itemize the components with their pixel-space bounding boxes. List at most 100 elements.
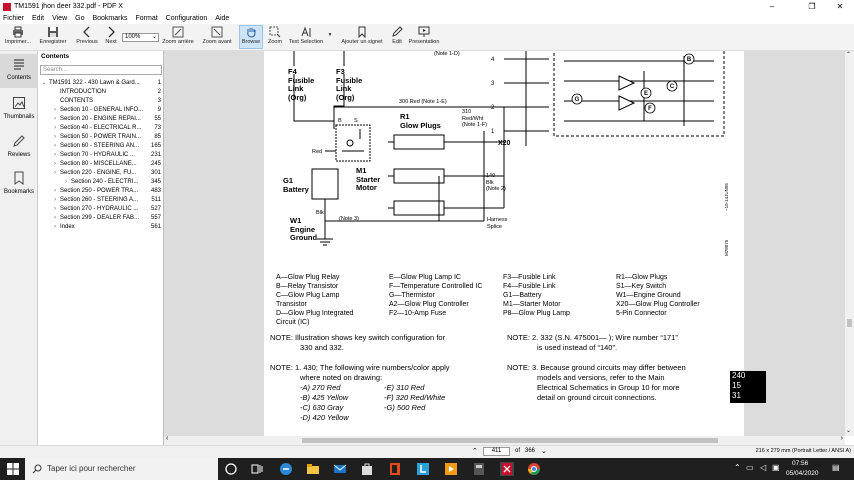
bookmark-page: 557: [150, 215, 161, 221]
bookmark-item[interactable]: › Section 40 - ELECTRICAL R... 73: [38, 124, 164, 133]
media-player-icon[interactable]: [444, 462, 458, 476]
bookmark-item[interactable]: › Section 70 - HYDRAULIC ... 231: [38, 151, 164, 160]
scroll-up-icon[interactable]: ⌃: [846, 51, 851, 58]
chevron-right-icon[interactable]: ›: [51, 106, 59, 115]
rail-reviews[interactable]: Reviews: [0, 131, 38, 165]
bookmark-page: 483: [150, 188, 161, 194]
calculator-icon[interactable]: [472, 462, 486, 476]
chevron-right-icon[interactable]: ›: [62, 178, 70, 187]
bookmark-item[interactable]: › Index 561: [38, 223, 164, 232]
task-view-icon[interactable]: [250, 462, 264, 476]
bookmark-item[interactable]: › Section 240 - ELECTRI... 345: [38, 178, 164, 187]
chevron-right-icon[interactable]: ›: [51, 187, 59, 196]
text-selection-dropdown[interactable]: ▾: [327, 32, 333, 38]
volume-icon[interactable]: ◁: [760, 463, 766, 472]
vertical-scroll-thumb[interactable]: [847, 319, 852, 327]
network-icon[interactable]: ▭: [746, 463, 754, 472]
text-selection-button[interactable]: Text Selection: [287, 26, 325, 45]
edge-icon[interactable]: [279, 462, 293, 476]
edit-button[interactable]: Edit: [389, 26, 405, 45]
bookmark-item[interactable]: › Section 10 - GENERAL INFO... 9: [38, 106, 164, 115]
save-button[interactable]: Enregistrer: [38, 26, 68, 45]
next-button[interactable]: Next: [102, 26, 120, 45]
pdf-x-app-icon[interactable]: [500, 462, 514, 476]
vertical-scrollbar[interactable]: ⌃ ⌄: [845, 51, 854, 436]
language-icon[interactable]: ▣: [772, 463, 780, 472]
menu-view[interactable]: View: [52, 15, 67, 22]
page-up-icon[interactable]: ⌃: [472, 447, 478, 455]
scroll-left-icon[interactable]: ‹: [166, 435, 168, 442]
chevron-right-icon[interactable]: ›: [51, 151, 59, 160]
menu-fichier[interactable]: Fichier: [3, 15, 24, 22]
scroll-down-icon[interactable]: ⌄: [846, 427, 851, 434]
chrome-icon[interactable]: [527, 462, 541, 476]
file-explorer-icon[interactable]: [306, 462, 320, 476]
bookmark-item[interactable]: › Section 80 - MISCELLANE... 245: [38, 160, 164, 169]
rail-contents[interactable]: Contents: [0, 54, 38, 88]
chevron-right-icon[interactable]: ›: [51, 223, 59, 232]
minimize-button[interactable]: –: [758, 0, 786, 13]
menu-edit[interactable]: Edit: [32, 15, 44, 22]
chevron-right-icon[interactable]: ›: [51, 160, 59, 169]
bookmark-item[interactable]: › Section 299 - DEALER FAB... 557: [38, 214, 164, 223]
horizontal-scroll-thumb[interactable]: [302, 438, 718, 443]
bookmark-item[interactable]: › Section 50 - POWER TRAIN... 85: [38, 133, 164, 142]
store-icon[interactable]: [360, 462, 374, 476]
menu-format[interactable]: Format: [135, 15, 157, 22]
chevron-down-icon[interactable]: ⌄: [40, 79, 48, 88]
document-view[interactable]: B C E F G 4 3 2 1 ~19-14JUN95 M78075 F4 F…: [164, 51, 845, 436]
bookmark-item[interactable]: › Section 250 - POWER TRA... 483: [38, 187, 164, 196]
chevron-left-icon: [83, 26, 90, 38]
bookmark-label: Section 250 - POWER TRA...: [60, 188, 139, 194]
horizontal-scrollbar[interactable]: ‹ ›: [164, 435, 845, 445]
zoom-forward-button[interactable]: Zoom avant: [200, 26, 234, 45]
chevron-right-icon[interactable]: ›: [51, 214, 59, 223]
bookmark-item[interactable]: › Section 60 - STEERING AN... 165: [38, 142, 164, 151]
chevron-right-icon[interactable]: ›: [51, 142, 59, 151]
page-size-label: 216 x 279 mm (Portrait Letter / ANSI A): [755, 448, 851, 454]
chevron-right-icon[interactable]: ›: [51, 133, 59, 142]
notifications-icon[interactable]: ▤: [832, 463, 840, 472]
taskbar-search-input[interactable]: Taper ici pour rechercher: [25, 458, 218, 480]
zoom-button[interactable]: Zoom: [266, 26, 284, 45]
bookmark-item[interactable]: › Section 220 - ENGINE, FU... 301: [38, 169, 164, 178]
add-bookmark-button[interactable]: Ajouter un signet: [340, 26, 384, 45]
previous-button[interactable]: Previous: [75, 26, 99, 45]
clock-date[interactable]: 05/04/2020: [786, 470, 819, 477]
bookmark-item[interactable]: › Section 20 - ENGINE REPAI... 55: [38, 115, 164, 124]
chevron-right-icon[interactable]: ›: [51, 124, 59, 133]
maximize-button[interactable]: ❐: [798, 0, 826, 13]
chevron-right-icon[interactable]: ›: [51, 205, 59, 214]
mail-icon[interactable]: [333, 462, 347, 476]
print-button[interactable]: Imprimer...: [3, 26, 33, 45]
menu-bookmarks[interactable]: Bookmarks: [92, 15, 127, 22]
bookmark-item[interactable]: › Section 270 - HYDRAULIC ... 527: [38, 205, 164, 214]
rail-bookmarks[interactable]: Bookmarks: [0, 168, 38, 202]
rail-thumbnails[interactable]: Thumbnails: [0, 93, 38, 127]
app-l-icon[interactable]: [416, 462, 430, 476]
bookmark-item[interactable]: › Section 260 - STEERING A... 511: [38, 196, 164, 205]
tray-chevron-up-icon[interactable]: ⌃: [734, 463, 741, 472]
chevron-right-icon[interactable]: ›: [51, 169, 59, 178]
menu-configuration[interactable]: Configuration: [166, 15, 208, 22]
windows-start-icon[interactable]: [6, 462, 20, 476]
cortana-icon[interactable]: [224, 462, 238, 476]
zoom-back-button[interactable]: Zoom arrière: [160, 26, 196, 45]
page-number-input[interactable]: 411: [483, 447, 510, 456]
zoom-select[interactable]: 100% ⌄: [122, 33, 159, 42]
bookmark-item[interactable]: ⌄ TM1591 322 - 430 Lawn & Gard... 1: [38, 79, 164, 88]
menu-aide[interactable]: Aide: [215, 15, 229, 22]
menu-go[interactable]: Go: [75, 15, 84, 22]
presentation-button[interactable]: Presentation: [408, 26, 440, 45]
bookmark-item[interactable]: CONTENTS 3: [38, 97, 164, 106]
browse-button[interactable]: Browse: [239, 25, 263, 49]
scroll-right-icon[interactable]: ›: [841, 435, 843, 442]
contents-search-input[interactable]: Search...: [40, 65, 162, 75]
chevron-right-icon[interactable]: ›: [51, 196, 59, 205]
close-button[interactable]: ✕: [826, 0, 854, 13]
clock-time[interactable]: 07:56: [792, 460, 808, 467]
office-icon[interactable]: [388, 462, 402, 476]
chevron-right-icon[interactable]: ›: [51, 115, 59, 124]
bookmark-item[interactable]: INTRODUCTION 2: [38, 88, 164, 97]
page-down-icon[interactable]: ⌄: [541, 447, 547, 455]
